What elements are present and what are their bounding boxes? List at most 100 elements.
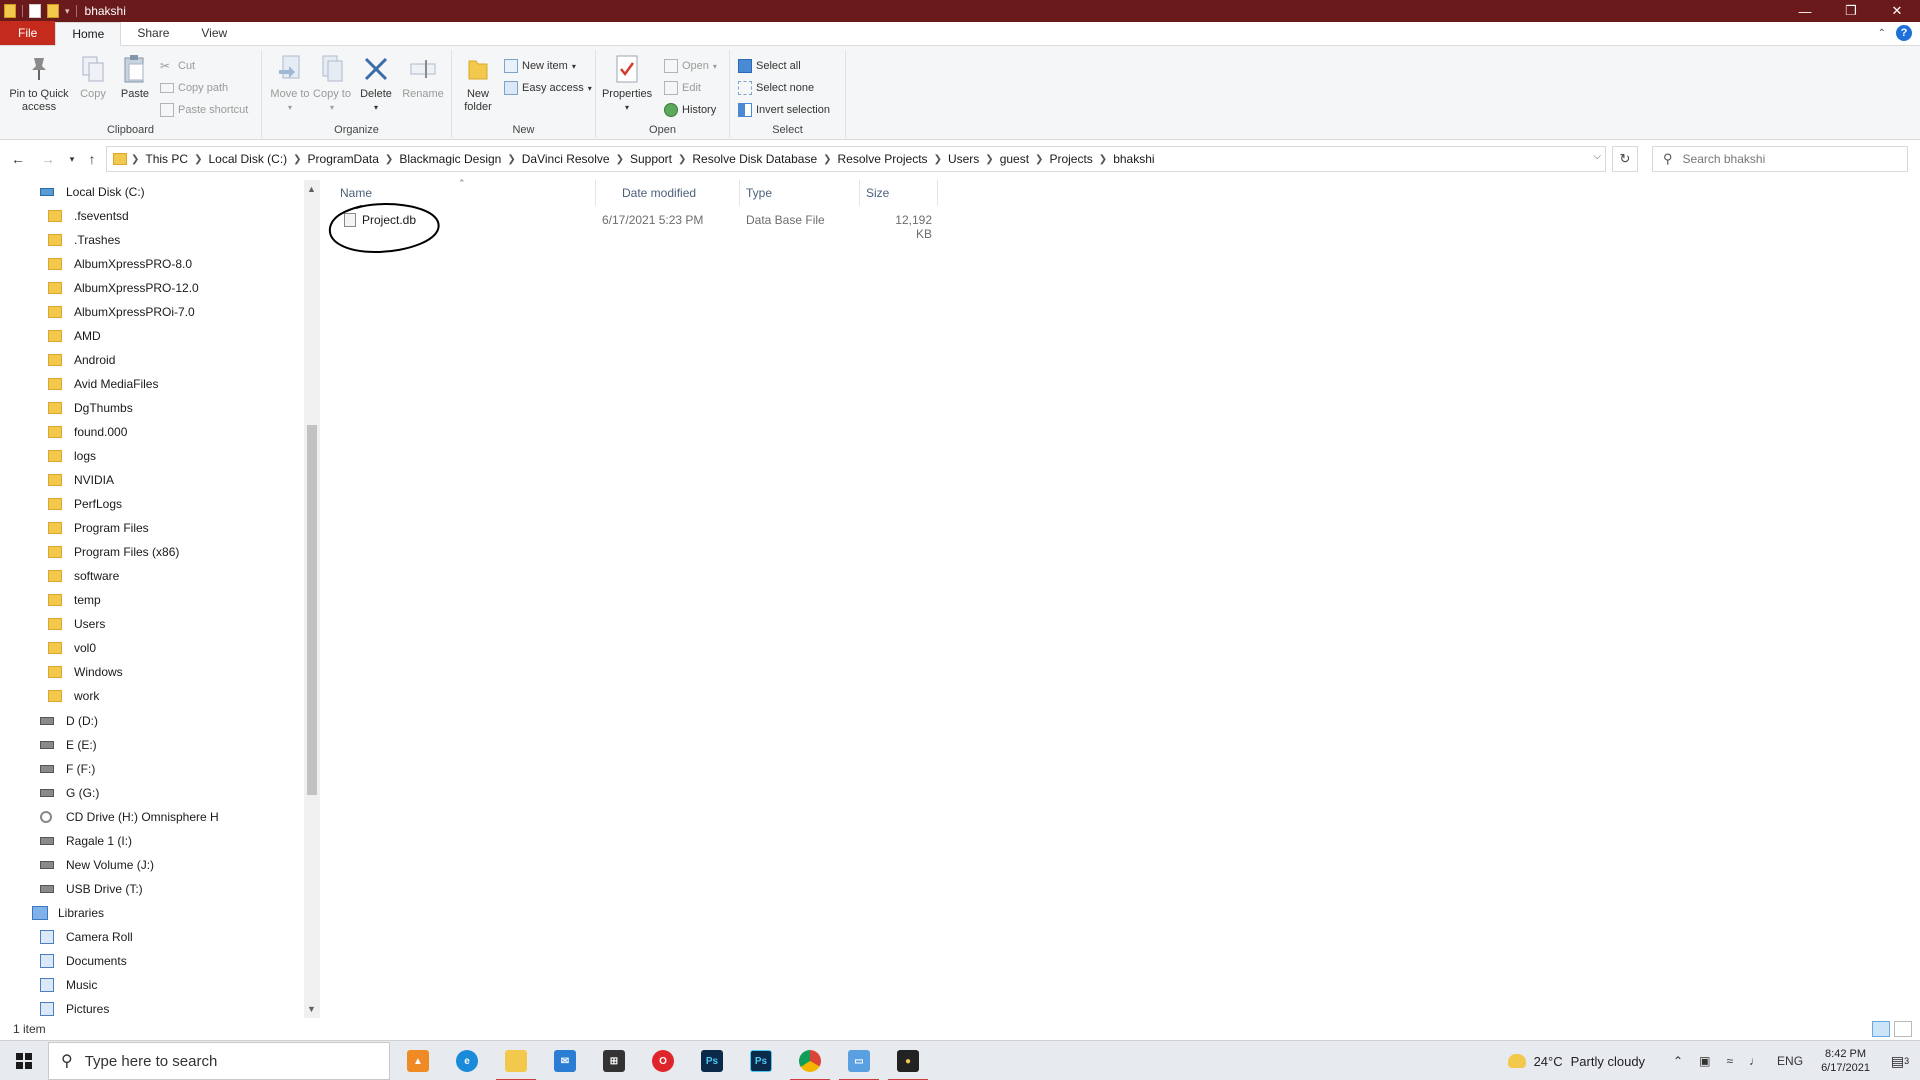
select-all-button[interactable]: Select all (738, 56, 801, 76)
tree-item-folder[interactable]: .Trashes (48, 228, 120, 252)
up-button[interactable]: ↑ (82, 149, 102, 169)
taskbar-photoshop-2[interactable]: Ps (737, 1041, 785, 1080)
breadcrumb-davinci[interactable]: DaVinci Resolve (516, 152, 616, 166)
forward-button[interactable]: → (38, 149, 58, 169)
tree-item-library[interactable]: Documents (40, 949, 127, 973)
tree-item-drive[interactable]: F (F:) (40, 757, 95, 781)
column-header-date[interactable]: Date modified (596, 180, 740, 206)
tab-share[interactable]: Share (121, 21, 185, 45)
new-folder-icon[interactable] (47, 4, 59, 18)
tree-item-library[interactable]: Pictures (40, 997, 109, 1018)
breadcrumb-this-pc[interactable]: This PC (139, 152, 194, 166)
breadcrumb-disk-database[interactable]: Resolve Disk Database (686, 152, 823, 166)
address-bar[interactable]: ❯ This PC ❯ Local Disk (C:) ❯ ProgramData ❯… (106, 146, 1606, 172)
tab-file[interactable]: File (0, 21, 56, 45)
weather-widget[interactable]: 24°C Partly cloudy (1507, 1054, 1645, 1069)
breadcrumb-support[interactable]: Support (624, 152, 678, 166)
tree-item-folder[interactable]: DgThumbs (48, 396, 133, 420)
tree-item-folder[interactable]: logs (48, 444, 96, 468)
tree-item-folder[interactable]: Avid MediaFiles (48, 372, 158, 396)
volume-icon[interactable]: ♩ (1749, 1054, 1761, 1068)
chevron-down-icon[interactable]: ⌵ (1593, 151, 1601, 162)
breadcrumb-users[interactable]: Users (942, 152, 985, 166)
tree-item-drive[interactable]: E (E:) (40, 733, 97, 757)
large-icons-view-button[interactable] (1894, 1021, 1912, 1037)
taskbar-photoshop[interactable]: Ps (688, 1041, 736, 1080)
help-icon[interactable]: ? (1896, 25, 1912, 41)
pin-quick-access-button[interactable]: Pin to Quick access (6, 54, 72, 114)
tree-item-folder[interactable]: Users (48, 612, 105, 636)
breadcrumb-projects[interactable]: Projects (1043, 152, 1098, 166)
breadcrumb-bhakshi[interactable]: bhakshi (1107, 152, 1160, 166)
history-button[interactable]: History (664, 100, 716, 120)
tree-item-folder[interactable]: work (48, 684, 99, 708)
tree-item-folder[interactable]: PerfLogs (48, 492, 122, 516)
breadcrumb-blackmagic[interactable]: Blackmagic Design (393, 152, 507, 166)
tree-item-folder[interactable]: NVIDIA (48, 468, 114, 492)
recent-locations-button[interactable]: ▾ (62, 149, 82, 169)
collapse-ribbon-icon[interactable]: ⌃ (1878, 28, 1886, 39)
delete-button[interactable]: Delete ▾ (356, 54, 396, 114)
maximize-button[interactable]: ❐ (1828, 0, 1874, 22)
new-item-button[interactable]: New item ▾ (504, 56, 576, 76)
taskbar-remote-desktop[interactable]: ▭ (835, 1041, 883, 1080)
customize-toolbar-icon[interactable]: ▾ (65, 6, 70, 17)
tree-item-library[interactable]: Camera Roll (40, 925, 133, 949)
taskbar-file-explorer[interactable] (492, 1041, 540, 1080)
back-button[interactable]: ← (8, 149, 28, 169)
tree-item-folder[interactable]: .fseventsd (48, 204, 129, 228)
nav-pane-scrollbar[interactable]: ▲ ▼ (304, 180, 320, 1018)
tab-view[interactable]: View (185, 21, 243, 45)
edit-button[interactable]: Edit (664, 78, 701, 98)
tree-item-drive[interactable]: CD Drive (H:) Omnisphere H (40, 805, 219, 829)
taskbar-davinci-resolve[interactable]: ● (884, 1041, 932, 1080)
tree-item-folder[interactable]: AlbumXpressPRO-8.0 (48, 252, 192, 276)
taskbar-edge[interactable]: e (443, 1041, 491, 1080)
new-folder-button[interactable]: New folder (458, 54, 498, 114)
easy-access-button[interactable]: Easy access ▾ (504, 78, 592, 98)
tree-item-folder[interactable]: AMD (48, 324, 101, 348)
properties-icon[interactable] (29, 4, 41, 18)
taskbar-chrome[interactable] (786, 1041, 834, 1080)
copy-to-button[interactable]: Copy to ▾ (312, 54, 352, 114)
taskbar-search-input[interactable]: ⚲ Type here to search (48, 1042, 390, 1080)
breadcrumb-local-disk[interactable]: Local Disk (C:) (202, 152, 293, 166)
tree-item-drive[interactable]: New Volume (J:) (40, 853, 154, 877)
breadcrumb-resolve-projects[interactable]: Resolve Projects (832, 152, 934, 166)
tree-item-folder[interactable]: software (48, 564, 119, 588)
paste-shortcut-button[interactable]: Paste shortcut (160, 100, 248, 120)
minimize-button[interactable]: — (1782, 0, 1828, 22)
meet-now-icon[interactable]: ▣ (1699, 1054, 1710, 1068)
tree-item-folder[interactable]: vol0 (48, 636, 96, 660)
tree-item-drive[interactable]: USB Drive (T:) (40, 877, 143, 901)
taskbar-store[interactable]: ⊞ (590, 1041, 638, 1080)
scroll-down-icon[interactable]: ▼ (307, 1004, 316, 1014)
breadcrumb-programdata[interactable]: ProgramData (302, 152, 385, 166)
breadcrumb-guest[interactable]: guest (994, 152, 1035, 166)
wifi-icon[interactable]: ≈ (1726, 1054, 1733, 1068)
tree-item-folder[interactable]: Windows (48, 660, 123, 684)
taskbar-vlc[interactable]: ▲ (394, 1041, 442, 1080)
refresh-button[interactable]: ↻ (1612, 146, 1638, 172)
close-button[interactable]: ✕ (1874, 0, 1920, 22)
move-to-button[interactable]: Move to ▾ (270, 54, 310, 114)
scroll-up-icon[interactable]: ▲ (307, 184, 316, 194)
taskbar-opera[interactable]: O (639, 1041, 687, 1080)
tree-item-drive[interactable]: Ragale 1 (I:) (40, 829, 132, 853)
tree-item-folder[interactable]: Android (48, 348, 115, 372)
copy-path-button[interactable]: Copy path (160, 78, 228, 98)
tree-item-folder[interactable]: temp (48, 588, 101, 612)
copy-button[interactable]: Copy (76, 54, 110, 101)
cut-button[interactable]: ✂ Cut (160, 56, 195, 76)
properties-button[interactable]: Properties ▾ (602, 54, 652, 114)
tab-home[interactable]: Home (55, 22, 122, 46)
tree-item-folder[interactable]: AlbumXpressPROi-7.0 (48, 300, 195, 324)
notification-center-button[interactable]: ▤ 3 (1880, 1041, 1920, 1080)
rename-button[interactable]: Rename (400, 54, 446, 101)
tree-item-library[interactable]: Music (40, 973, 97, 997)
clock[interactable]: 8:42 PM 6/17/2021 (1821, 1047, 1870, 1075)
invert-selection-button[interactable]: Invert selection (738, 100, 830, 120)
tree-item-folder[interactable]: AlbumXpressPRO-12.0 (48, 276, 199, 300)
taskbar-mail[interactable]: ✉ (541, 1041, 589, 1080)
scrollbar-thumb[interactable] (307, 425, 317, 795)
